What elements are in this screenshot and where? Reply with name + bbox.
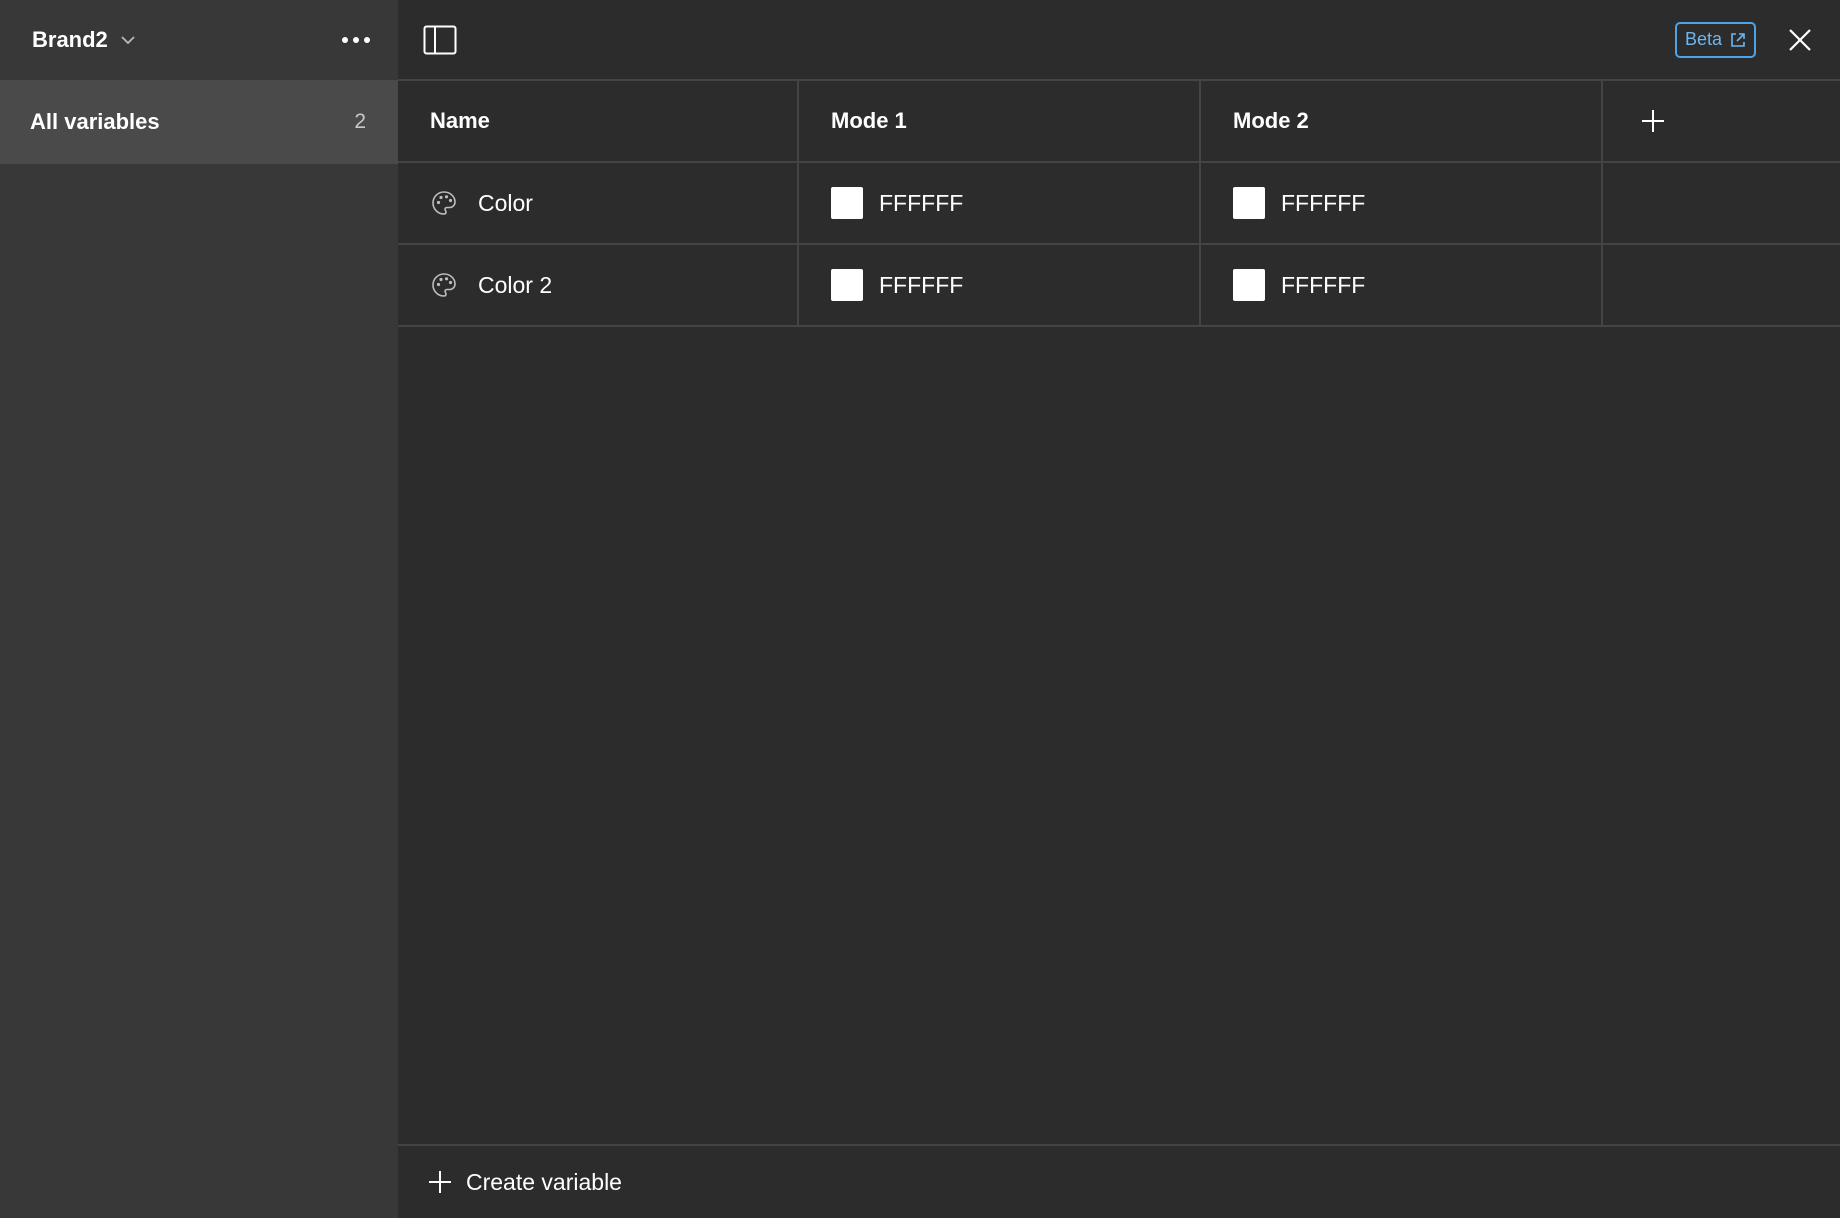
table-header-row: Name Mode 1 Mode 2	[398, 81, 1840, 163]
color-value: FFFFFF	[879, 189, 964, 216]
column-header-mode-2[interactable]: Mode 2	[1201, 81, 1603, 161]
add-mode-cell	[1603, 81, 1840, 161]
variable-name: Color	[478, 189, 533, 216]
toggle-sidebar-button[interactable]	[420, 20, 460, 60]
table-row[interactable]: Color 2 FFFFFF FFFFFF	[398, 245, 1840, 327]
sidebar-toggle-icon	[423, 25, 457, 54]
variable-value-cell[interactable]: FFFFFF	[799, 163, 1201, 243]
table-row[interactable]: Color FFFFFF FFFFFF	[398, 163, 1840, 245]
variable-value-cell[interactable]: FFFFFF	[1201, 163, 1603, 243]
external-link-icon	[1731, 32, 1745, 47]
collection-switcher[interactable]: Brand2	[32, 27, 136, 53]
more-icon-dot	[353, 37, 359, 43]
add-mode-button[interactable]	[1633, 101, 1673, 141]
column-header-label: Mode 2	[1233, 108, 1309, 133]
more-options-button[interactable]	[336, 20, 376, 60]
color-value: FFFFFF	[1281, 271, 1366, 298]
beta-badge[interactable]: Beta	[1674, 21, 1756, 58]
topbar-actions: Beta	[1674, 21, 1818, 58]
main-area: Beta Name Mode 1 Mode 2 Color FFFFFF FFF…	[398, 0, 1840, 1218]
column-header-name: Name	[398, 81, 799, 161]
sidebar-item-count: 2	[354, 110, 366, 133]
column-header-label: Mode 1	[831, 108, 907, 133]
color-swatch[interactable]	[831, 187, 863, 219]
plus-icon	[429, 1171, 451, 1193]
column-header-label: Name	[430, 108, 490, 133]
footer: Create variable	[398, 1144, 1840, 1218]
variable-value-cell[interactable]: FFFFFF	[799, 245, 1201, 325]
sidebar-header: Brand2	[0, 0, 398, 80]
close-button[interactable]	[1782, 22, 1818, 58]
variable-name-cell[interactable]: Color 2	[398, 245, 799, 325]
color-swatch[interactable]	[831, 269, 863, 301]
sidebar-item-label: All variables	[30, 109, 160, 134]
column-header-mode-1[interactable]: Mode 1	[799, 81, 1201, 161]
beta-label: Beta	[1684, 29, 1722, 49]
create-variable-label: Create variable	[466, 1168, 622, 1195]
empty-cell	[1603, 163, 1840, 243]
sidebar: Brand2 All variables 2	[0, 0, 398, 1218]
variables-table: Name Mode 1 Mode 2 Color FFFFFF FFFFFF C…	[398, 81, 1840, 327]
sidebar-item-all-variables[interactable]: All variables 2	[0, 80, 398, 164]
more-icon-dot	[364, 37, 370, 43]
collection-name: Brand2	[32, 27, 108, 52]
empty-cell	[1603, 245, 1840, 325]
variables-panel: Brand2 All variables 2 Beta Name Mode 1 …	[0, 0, 1840, 1218]
palette-icon	[430, 271, 458, 299]
plus-icon	[1642, 110, 1664, 132]
color-value: FFFFFF	[1281, 189, 1366, 216]
chevron-down-icon	[120, 32, 136, 48]
create-variable-button[interactable]: Create variable	[428, 1169, 622, 1196]
close-icon	[1789, 28, 1811, 51]
variable-value-cell[interactable]: FFFFFF	[1201, 245, 1603, 325]
color-swatch[interactable]	[1233, 187, 1265, 219]
topbar: Beta	[398, 0, 1840, 81]
color-swatch[interactable]	[1233, 269, 1265, 301]
variable-name: Color 2	[478, 271, 553, 298]
palette-icon	[430, 189, 458, 217]
more-icon	[342, 37, 348, 43]
variable-name-cell[interactable]: Color	[398, 163, 799, 243]
color-value: FFFFFF	[879, 271, 964, 298]
